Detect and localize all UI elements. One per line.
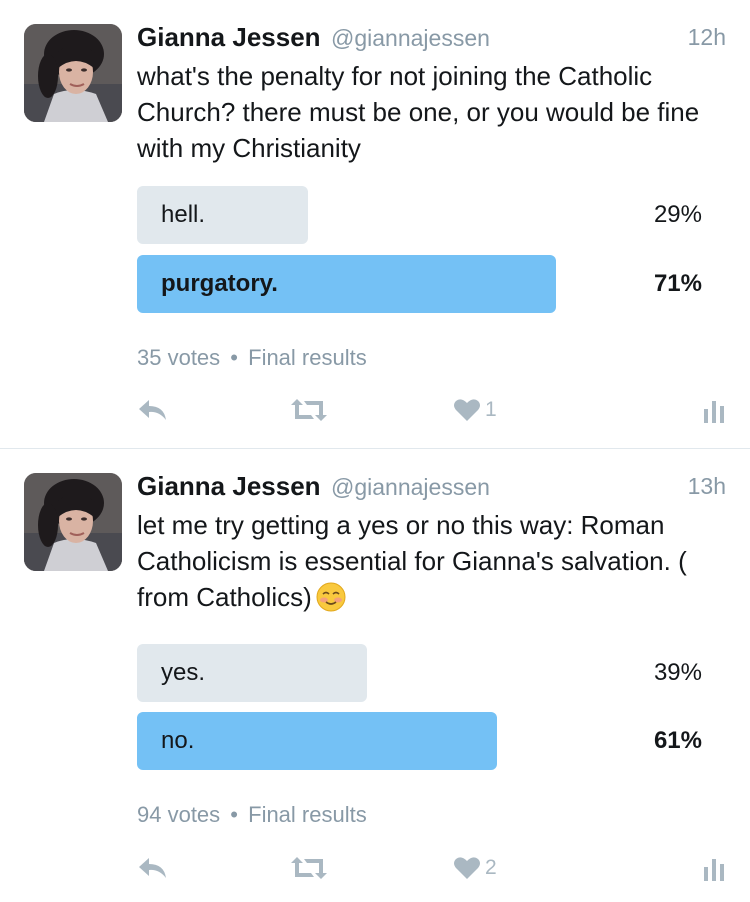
- separator-dot: •: [230, 345, 238, 370]
- poll-choice-label: hell.: [161, 201, 206, 228]
- reply-icon: [139, 400, 166, 420]
- poll-summary: 35 votes • Final results: [137, 345, 367, 371]
- vote-count: 35 votes: [137, 345, 221, 370]
- display-name[interactable]: Gianna Jessen: [137, 471, 321, 501]
- username[interactable]: @giannajessen: [331, 474, 490, 500]
- avatar[interactable]: [24, 24, 122, 122]
- heart-icon: [454, 399, 480, 421]
- reply-button[interactable]: [137, 848, 169, 888]
- display-name[interactable]: Gianna Jessen: [137, 22, 321, 52]
- poll-status: Final results: [248, 345, 367, 370]
- avatar-photo: [24, 473, 122, 571]
- timestamp[interactable]: 12h: [688, 24, 726, 51]
- smiling-face-with-blush-emoji: [316, 582, 346, 612]
- reply-icon: [139, 858, 166, 878]
- poll-choice-no: no. 61%: [137, 712, 702, 770]
- like-count: 1: [485, 398, 497, 421]
- username[interactable]: @giannajessen: [331, 25, 490, 51]
- retweet-button[interactable]: [289, 390, 329, 430]
- analytics-button[interactable]: [702, 848, 726, 888]
- poll-choice-hell: hell. 29%: [137, 186, 702, 244]
- avatar[interactable]: [24, 473, 122, 571]
- separator-dot: •: [230, 802, 238, 827]
- poll-summary: 94 votes • Final results: [137, 802, 367, 828]
- poll-choice-percent: 29%: [653, 201, 702, 228]
- vote-count: 94 votes: [137, 802, 221, 827]
- poll-choice-percent: 61%: [653, 727, 702, 754]
- like-button[interactable]: 1: [453, 390, 497, 430]
- heart-icon: [454, 857, 480, 879]
- poll-choice-label: purgatory.: [161, 270, 278, 297]
- tweet-1[interactable]: Gianna Jessen @giannajessen 12h what's t…: [0, 0, 750, 448]
- poll-status: Final results: [248, 802, 367, 827]
- poll-choice-purgatory: purgatory. 71%: [137, 255, 702, 313]
- poll-choice-label: no.: [161, 727, 195, 754]
- tweet-actions: 1: [137, 390, 726, 430]
- retweet-icon: [291, 399, 327, 421]
- like-count: 2: [485, 856, 497, 879]
- avatar-photo: [24, 24, 122, 122]
- tweet-header: Gianna Jessen @giannajessen 13h: [137, 471, 726, 505]
- poll-choice-percent: 71%: [653, 270, 702, 297]
- analytics-icon: [704, 859, 724, 881]
- poll-choice-label: yes.: [161, 659, 206, 686]
- reply-button[interactable]: [137, 390, 169, 430]
- analytics-button[interactable]: [702, 390, 726, 430]
- timestamp[interactable]: 13h: [688, 473, 726, 500]
- like-button[interactable]: 2: [453, 848, 497, 888]
- tweet-2[interactable]: Gianna Jessen @giannajessen 13h let me t…: [0, 448, 750, 901]
- tweet-text-body: let me try getting a yes or no this way:…: [137, 510, 687, 612]
- tweet-header: Gianna Jessen @giannajessen 12h: [137, 22, 726, 56]
- analytics-icon: [704, 401, 724, 423]
- tweet-actions: 2: [137, 848, 726, 888]
- tweet-text: what's the penalty for not joining the C…: [137, 61, 700, 163]
- poll-choice-percent: 39%: [653, 659, 702, 686]
- poll-choice-yes: yes. 39%: [137, 644, 702, 702]
- retweet-button[interactable]: [289, 848, 329, 888]
- retweet-icon: [291, 857, 327, 879]
- tweet-text: let me try getting a yes or no this way:…: [137, 507, 727, 615]
